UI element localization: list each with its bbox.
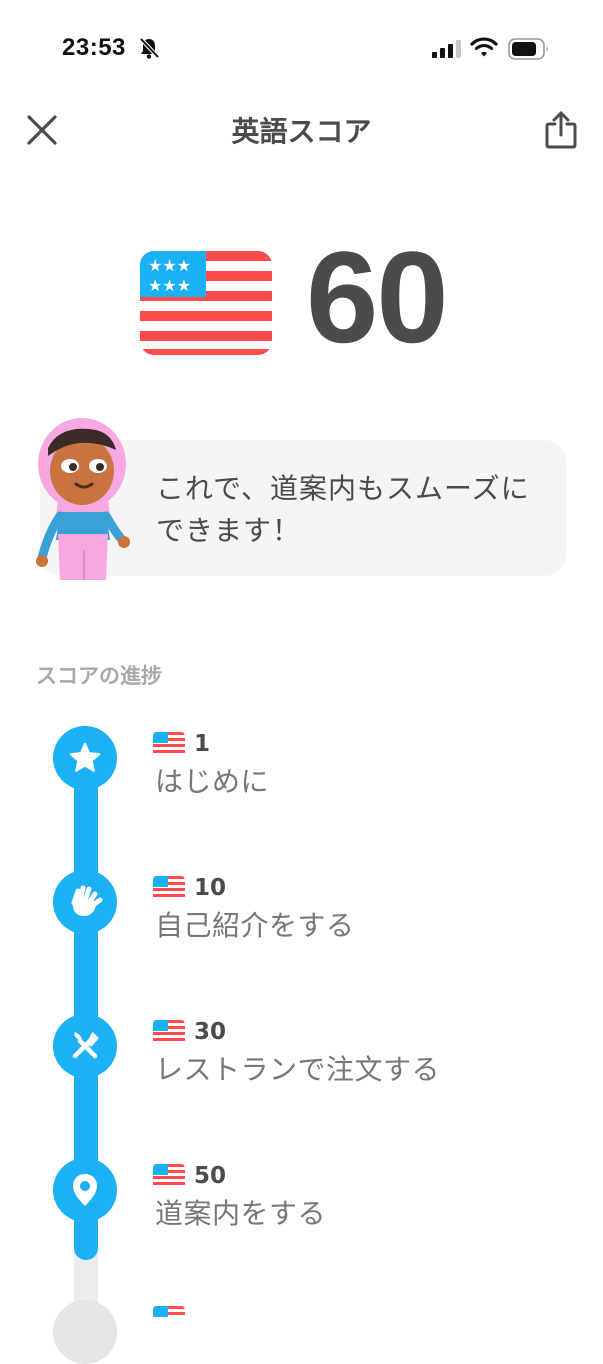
battery-icon [508, 38, 548, 60]
message-text: これで、道案内もスムーズに できます！ [156, 468, 556, 552]
map-pin-icon [53, 1158, 117, 1222]
milestone-score: 50 [194, 1163, 227, 1189]
next-milestone-partial [53, 1300, 117, 1364]
waving-hand-icon [53, 870, 117, 934]
score-value: 60 [306, 224, 449, 370]
wifi-icon [470, 37, 498, 57]
milestone-label: 自己紹介をする [155, 909, 355, 942]
milestone-score: 1 [194, 731, 211, 757]
message-line-1: これで、道案内もスムーズに [156, 472, 530, 505]
section-title: スコアの進捗 [36, 664, 162, 688]
message-line-2: できます！ [156, 514, 302, 547]
bell-muted-icon [139, 37, 160, 59]
milestone-label: はじめに [155, 765, 270, 798]
page-title: 英語スコア [231, 115, 372, 148]
svg-text:★★★: ★★★ [148, 276, 191, 295]
fork-knife-icon [53, 1014, 117, 1078]
status-time: 23:53 [62, 34, 126, 61]
milestone-label: 道案内をする [155, 1197, 327, 1230]
star-icon [53, 726, 117, 790]
share-button[interactable] [544, 110, 578, 150]
us-flag-small-icon [153, 1306, 185, 1330]
us-flag-small-icon [153, 732, 185, 756]
us-flag-small-icon [153, 1020, 185, 1044]
cell-signal-icon [432, 40, 461, 58]
us-flag-small-icon [153, 876, 185, 900]
milestone-score: 10 [194, 875, 227, 901]
milestone-score: 30 [194, 1019, 227, 1045]
us-flag-icon: ★★★ ★★★ [140, 251, 272, 355]
us-flag-small-icon [153, 1164, 185, 1188]
character-avatar-icon [36, 418, 130, 580]
svg-text:★★★: ★★★ [148, 256, 191, 275]
milestone-label: レストランで注文する [155, 1053, 441, 1086]
